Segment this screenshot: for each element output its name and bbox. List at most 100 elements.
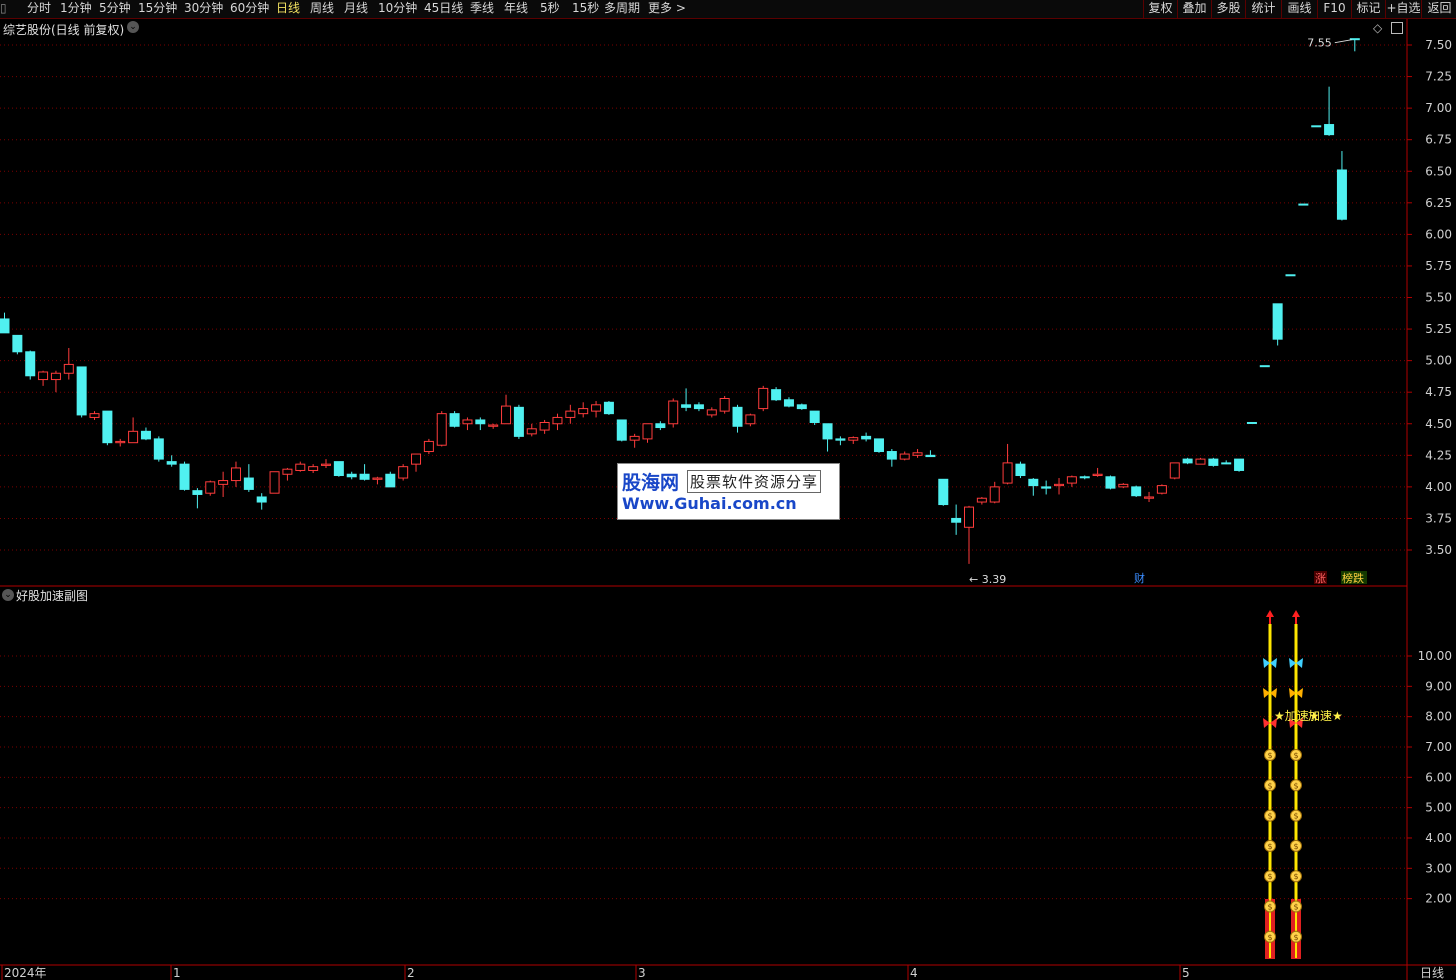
candle-body: [848, 437, 859, 441]
candle-body: [1015, 463, 1026, 477]
candle-body: [873, 438, 884, 453]
candle-body: [745, 414, 756, 425]
price-label: 6.00: [1425, 227, 1452, 241]
candle-body: [1272, 303, 1283, 340]
candle-body: [192, 490, 203, 495]
candle-body: [938, 478, 949, 506]
candle-body: [25, 351, 36, 377]
candle-body: [603, 401, 614, 415]
candle-body: [616, 419, 627, 441]
value-label: 10.00: [1418, 649, 1452, 663]
price-label: 4.50: [1425, 417, 1452, 431]
time-label: 1: [173, 966, 181, 980]
candle-body: [449, 413, 460, 427]
price-label: 6.75: [1425, 133, 1452, 147]
candle-body: [1259, 365, 1270, 368]
candle-body: [668, 400, 679, 425]
candle-body: [1195, 458, 1206, 465]
candle-body: [1311, 125, 1322, 128]
candle-body: [89, 413, 100, 418]
high-marker-arrow: [1334, 39, 1352, 44]
candle-body: [989, 486, 1000, 503]
candle-body: [758, 387, 769, 410]
candle-body: [1054, 483, 1065, 487]
candle-body: [102, 410, 113, 444]
candle-body: [1131, 486, 1142, 497]
candle-body: [205, 481, 216, 494]
candle-body: [256, 496, 267, 503]
price-label: 7.00: [1425, 101, 1452, 115]
price-label: 3.75: [1425, 511, 1452, 525]
candle-body: [1079, 476, 1090, 479]
money-bag-symbol: $: [1267, 781, 1272, 790]
candle-body: [1066, 476, 1077, 484]
candle-body: [591, 404, 602, 412]
candle-body: [1041, 486, 1052, 489]
candle-body: [308, 466, 319, 471]
price-label: 5.75: [1425, 259, 1452, 273]
money-bag-symbol: $: [1267, 751, 1272, 760]
candle-body: [732, 406, 743, 427]
money-bag-symbol: $: [1267, 903, 1272, 912]
candle-body: [0, 318, 10, 334]
candle-body: [655, 423, 666, 429]
value-label: 7.00: [1425, 740, 1452, 754]
candle-body: [269, 471, 280, 494]
time-label: 4: [910, 966, 918, 980]
candle-body: [912, 452, 923, 456]
watermark-logo: 股海网: [622, 472, 680, 494]
money-bag-symbol: $: [1293, 842, 1298, 851]
candle-body: [462, 419, 473, 425]
candle-body: [642, 423, 653, 440]
price-label: 5.00: [1425, 354, 1452, 368]
watermark-banner: 股海网 股票软件资源分享 Www.Guhai.com.cn: [617, 463, 840, 520]
candle-body: [578, 408, 589, 415]
value-label: 9.00: [1425, 679, 1452, 693]
price-label: 4.00: [1425, 480, 1452, 494]
candle-body: [783, 399, 794, 407]
signal-arrow-head: [1266, 610, 1274, 617]
money-bag-symbol: $: [1267, 933, 1272, 942]
price-label: 4.25: [1425, 448, 1452, 462]
value-label: 2.00: [1425, 892, 1452, 906]
money-bag-symbol: $: [1293, 872, 1298, 881]
candle-body: [886, 451, 897, 460]
candle-body: [372, 477, 383, 480]
candle-body: [12, 334, 23, 353]
candle-body: [243, 477, 254, 490]
candle-body: [128, 430, 139, 444]
candle-body: [63, 363, 74, 374]
candle-body: [719, 398, 730, 412]
money-bag-symbol: $: [1293, 751, 1298, 760]
candle-body: [346, 473, 357, 478]
money-bag-symbol: $: [1267, 872, 1272, 881]
high-marker: 7.55: [1307, 37, 1332, 50]
candle-body: [333, 461, 344, 477]
candle-body: [115, 440, 126, 444]
candle-body: [976, 497, 987, 503]
price-label: 4.75: [1425, 385, 1452, 399]
candle-body: [1336, 169, 1347, 220]
money-bag-symbol: $: [1293, 781, 1298, 790]
candle-body: [1285, 274, 1296, 277]
candle-body: [1246, 421, 1257, 424]
candle-body: [526, 428, 537, 435]
candle-body: [359, 473, 370, 480]
candle-body: [1156, 485, 1167, 494]
candle-body: [565, 410, 576, 418]
time-label: 3: [638, 966, 646, 980]
candle-body: [501, 405, 512, 425]
candle-body: [1105, 476, 1116, 489]
candle-body: [1028, 478, 1039, 487]
candle-body: [1169, 462, 1180, 479]
candle-body: [693, 404, 704, 410]
candle-body: [38, 371, 49, 381]
candle-body: [218, 480, 229, 485]
price-label: 5.50: [1425, 291, 1452, 305]
candle-body: [488, 424, 499, 427]
finance-tag: 财: [1134, 571, 1145, 585]
watermark-slogan: 股票软件资源分享: [687, 470, 822, 493]
candle-body: [423, 440, 434, 453]
price-label: 6.25: [1425, 196, 1452, 210]
candle-body: [153, 438, 164, 460]
